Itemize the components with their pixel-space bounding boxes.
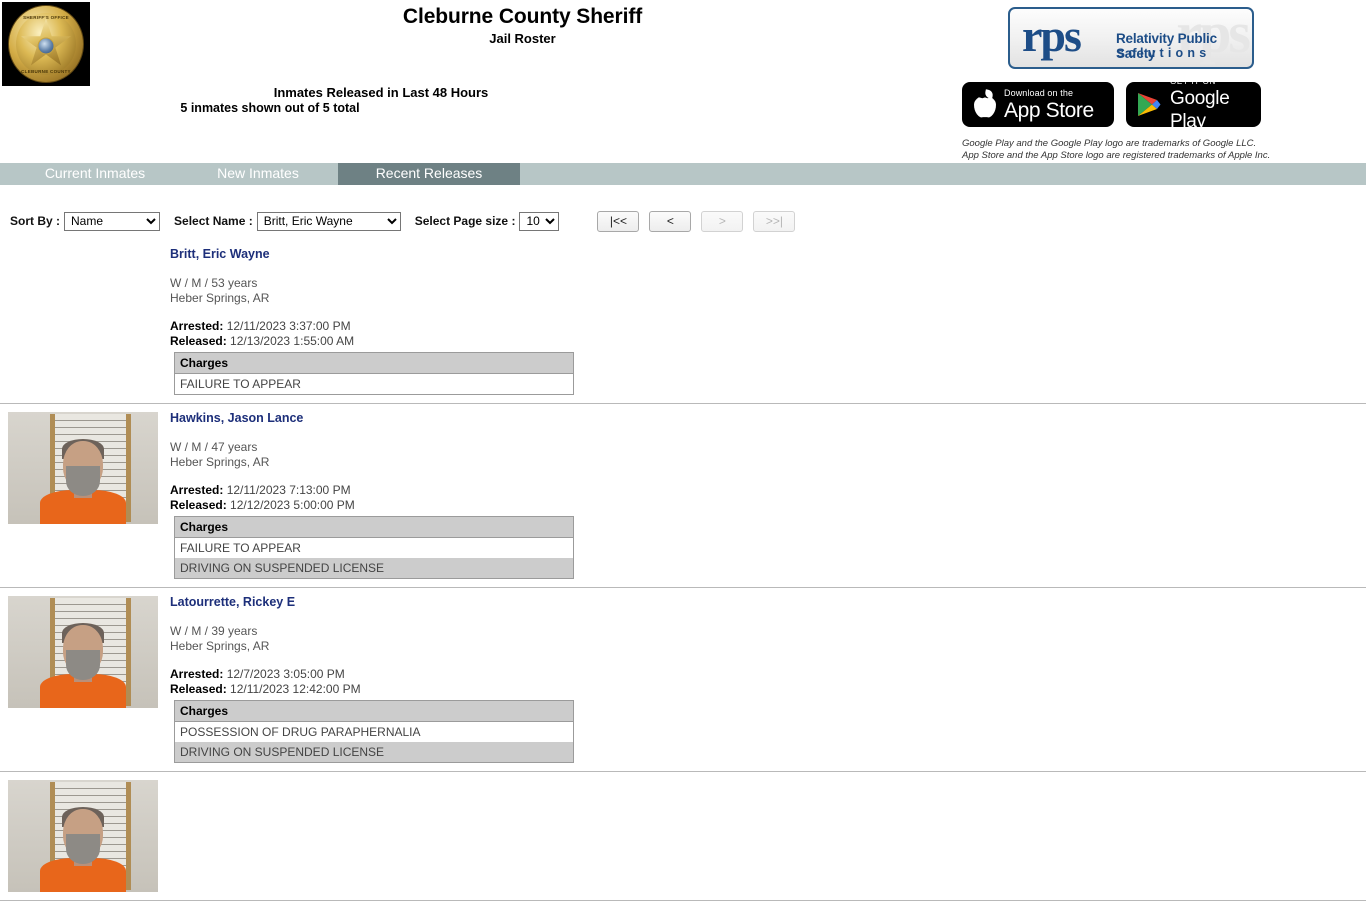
mugshot-image xyxy=(8,596,158,708)
charge-description: DRIVING ON SUSPENDED LICENSE xyxy=(174,742,574,763)
inmate-name-link[interactable]: Britt, Eric Wayne xyxy=(170,246,574,262)
arrested-date: Arrested: 12/7/2023 3:05:00 PM xyxy=(170,667,345,681)
page-size-label: Select Page size : xyxy=(414,214,516,228)
app-store-big-label: App Store xyxy=(1004,98,1094,122)
page-next-button: > xyxy=(701,210,744,232)
rps-logo[interactable]: rps rps Relativity Public Safety solutio… xyxy=(1008,7,1254,69)
mugshot-image xyxy=(8,780,158,892)
inmate-row: Britt, Eric Wayne W / M / 53 years Heber S… xyxy=(0,240,1366,404)
apple-logo-icon xyxy=(973,89,997,119)
inmate-info: Hawkins, Jason Lance W / M / 47 years Hebe… xyxy=(170,404,574,579)
google-play-logo-icon xyxy=(1136,91,1162,119)
page-first-button[interactable]: |<< xyxy=(597,210,640,232)
pagination: |<< < > >>| xyxy=(597,210,796,232)
inmate-info: Britt, Eric Wayne W / M / 53 years Heber S… xyxy=(170,240,574,395)
charge-row: FAILURE TO APPEAR xyxy=(174,537,574,558)
charge-description: FAILURE TO APPEAR xyxy=(174,537,574,558)
inmate-demographics: W / M / 53 years Heber Springs, AR xyxy=(170,276,574,306)
page-title: Cleburne County Sheriff xyxy=(402,5,643,28)
page-size-select[interactable]: 10 xyxy=(519,211,560,231)
inmate-race-sex-age: W / M / 53 years xyxy=(170,276,258,290)
app-store-button[interactable]: Download on the App Store xyxy=(962,82,1114,127)
inmate-demographics: W / M / 47 years Heber Springs, AR xyxy=(170,440,574,470)
tab-recent-releases[interactable]: Recent Releases xyxy=(338,163,520,185)
charges-table: Charges POSSESSION OF DRUG PARAPHERNALIA D… xyxy=(174,700,574,763)
inmate-row: Latourrette, Rickey E W / M / 39 years Heb… xyxy=(0,588,1366,772)
inmate-city-state: Heber Springs, AR xyxy=(170,455,270,469)
mugshot-cell xyxy=(0,240,170,395)
roster-count: 5 inmates shown out of 5 total xyxy=(180,101,360,115)
inmate-race-sex-age: W / M / 39 years xyxy=(170,624,258,638)
google-play-button[interactable]: GET IT ON Google Play xyxy=(1126,82,1261,127)
charge-row: DRIVING ON SUSPENDED LICENSE xyxy=(174,558,574,579)
select-name-label: Select Name : xyxy=(174,214,253,228)
app-store-small-label: Download on the xyxy=(1004,87,1074,98)
page-last-button: >>| xyxy=(753,210,796,232)
page-header: SHERIFF'S OFFICE CLEBURNE COUNTY Cleburn… xyxy=(0,0,1366,161)
charge-row: FAILURE TO APPEAR xyxy=(174,373,574,395)
select-name-select[interactable]: Britt, Eric Wayne xyxy=(256,211,401,231)
badge-bottom-text: CLEBURNE COUNTY xyxy=(21,69,71,74)
inmate-row: Hawkins, Jason Lance W / M / 47 years Hebe… xyxy=(0,404,1366,588)
inmate-name-link[interactable]: Hawkins, Jason Lance xyxy=(170,410,574,426)
title-block: Cleburne County Sheriff Jail Roster xyxy=(0,4,1045,47)
inmate-dates: Arrested: 12/7/2023 3:05:00 PM Released: … xyxy=(170,667,574,696)
roster-heading: Inmates Released in Last 48 Hours xyxy=(273,85,489,100)
charges-table: Charges FAILURE TO APPEAR DRIVING ON SUSPE… xyxy=(174,516,574,579)
rps-tagline-2: solutions xyxy=(1117,46,1211,60)
charges-column-header: Charges xyxy=(174,516,574,538)
mugshot-image xyxy=(8,412,158,524)
mugshot-cell xyxy=(0,588,170,763)
charge-description: FAILURE TO APPEAR xyxy=(174,373,574,395)
page-prev-button[interactable]: < xyxy=(649,210,692,232)
inmate-row xyxy=(0,772,1366,901)
trademark-notice: Google Play and the Google Play logo are… xyxy=(962,138,1271,161)
inmate-city-state: Heber Springs, AR xyxy=(170,639,270,653)
charges-column-header: Charges xyxy=(174,700,574,722)
arrested-date: Arrested: 12/11/2023 7:13:00 PM xyxy=(170,483,351,497)
tab-new-inmates[interactable]: New Inmates xyxy=(178,163,338,185)
charge-row: DRIVING ON SUSPENDED LICENSE xyxy=(174,742,574,763)
inmate-info: Latourrette, Rickey E W / M / 39 years Heb… xyxy=(170,588,574,763)
inmate-demographics: W / M / 39 years Heber Springs, AR xyxy=(170,624,574,654)
arrested-date: Arrested: 12/11/2023 3:37:00 PM xyxy=(170,319,351,333)
inmate-dates: Arrested: 12/11/2023 7:13:00 PM Released:… xyxy=(170,483,574,512)
mugshot-cell xyxy=(0,404,170,579)
released-date: Released: 12/12/2023 5:00:00 PM xyxy=(170,497,355,512)
charge-row: POSSESSION OF DRUG PARAPHERNALIA xyxy=(174,721,574,742)
tab-current-inmates[interactable]: Current Inmates xyxy=(12,163,178,185)
inmate-race-sex-age: W / M / 47 years xyxy=(170,440,258,454)
sort-by-select[interactable]: Name xyxy=(64,211,161,231)
page-subtitle: Jail Roster xyxy=(489,31,556,46)
controls-bar: Sort By : Name Select Name : Britt, Eric… xyxy=(0,208,1366,234)
charges-table: Charges FAILURE TO APPEAR xyxy=(174,352,574,395)
charges-column-header: Charges xyxy=(174,352,574,374)
released-date: Released: 12/11/2023 12:42:00 PM xyxy=(170,681,361,696)
inmate-list: Britt, Eric Wayne W / M / 53 years Heber S… xyxy=(0,240,1366,901)
rps-wordmark: rps xyxy=(1022,10,1082,61)
sort-by-label: Sort By : xyxy=(10,214,61,228)
inmate-name-link[interactable]: Latourrette, Rickey E xyxy=(170,594,574,610)
charge-description: DRIVING ON SUSPENDED LICENSE xyxy=(174,558,574,579)
charge-description: POSSESSION OF DRUG PARAPHERNALIA xyxy=(174,721,574,742)
released-date: Released: 12/13/2023 1:55:00 AM xyxy=(170,333,355,348)
mugshot-cell xyxy=(0,772,170,892)
google-play-big-label: Google Play xyxy=(1170,88,1230,127)
inmate-dates: Arrested: 12/11/2023 3:37:00 PM Released:… xyxy=(170,319,574,348)
tab-bar: Current Inmates New Inmates Recent Relea… xyxy=(0,163,1366,185)
inmate-city-state: Heber Springs, AR xyxy=(170,291,270,305)
